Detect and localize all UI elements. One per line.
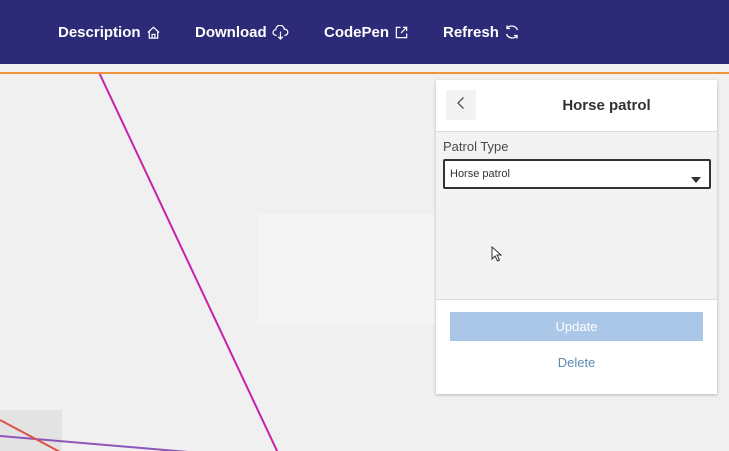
nav-codepen[interactable]: CodePen [324,0,409,64]
nav-description[interactable]: Description [58,0,161,64]
refresh-icon [504,24,520,40]
nav-description-label: Description [58,23,141,41]
patrol-type-select[interactable]: Horse patrol [443,159,711,189]
edit-feature-panel: Horse patrol Patrol Type Horse patrol Up… [436,80,717,394]
nav-refresh[interactable]: Refresh [443,0,520,64]
top-navigation-bar: Description Download CodePen Refresh [0,0,729,64]
home-icon [146,25,161,40]
panel-title: Horse patrol [562,97,651,114]
caret-down-icon [691,170,701,188]
map-feature-area [258,214,438,324]
patrol-type-selected-value: Horse patrol [450,168,510,180]
map-feature-area [0,410,62,451]
cloud-download-icon [272,24,289,40]
update-button[interactable]: Update [450,312,703,341]
patrol-type-label: Patrol Type [443,139,509,154]
panel-header: Horse patrol [436,80,717,132]
back-button[interactable] [446,90,476,120]
nav-download-label: Download [195,23,267,41]
nav-codepen-label: CodePen [324,23,390,41]
chevron-left-icon [456,96,466,115]
external-link-icon [394,25,409,40]
panel-body: Patrol Type Horse patrol [436,132,717,300]
nav-refresh-label: Refresh [443,23,499,41]
nav-download[interactable]: Download [195,0,289,64]
mouse-pointer-icon [491,245,503,267]
delete-button[interactable]: Delete [450,352,703,372]
panel-footer: Update Delete [436,300,717,394]
